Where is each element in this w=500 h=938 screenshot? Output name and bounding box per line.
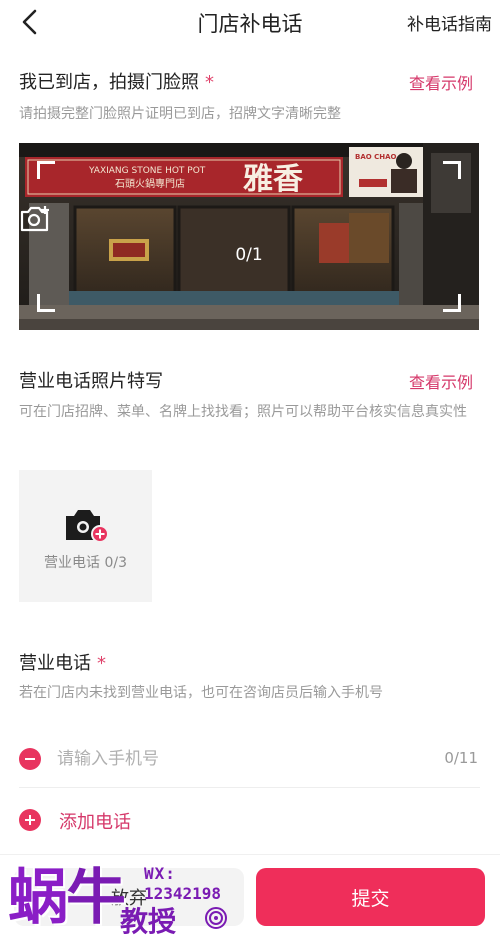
- phone-input-row: 0/11: [19, 738, 480, 788]
- side-sign-text: BAO CHAO: [355, 153, 397, 161]
- frame-corner-bottom-right: [443, 294, 461, 312]
- phone-photo-description: 可在门店招牌、菜单、名牌上找找看；照片可以帮助平台核实信息真实性: [19, 404, 467, 420]
- sign-chinese-small: 石頭火鍋專門店: [115, 177, 185, 190]
- plus-circle-icon: [19, 809, 41, 831]
- minus-circle-icon[interactable]: [19, 748, 41, 770]
- storefront-description: 请拍摄完整门脸照片证明已到店，招牌文字清晰完整: [19, 106, 341, 122]
- phone-title-text: 营业电话: [19, 653, 91, 674]
- storefront-section-title: 我已到店，拍摄门脸照 *: [19, 68, 214, 94]
- frame-corner-bottom-left: [37, 294, 55, 312]
- camera-plus-icon: [66, 510, 109, 543]
- phone-input-counter: 0/11: [444, 749, 478, 767]
- storefront-title-text: 我已到店，拍摄门脸照: [19, 72, 199, 93]
- storefront-example-link[interactable]: 查看示例: [409, 70, 473, 94]
- phone-photo-upload-label: 营业电话 0/3: [44, 555, 127, 571]
- phone-section-title: 营业电话 *: [19, 649, 106, 675]
- sign-english: YAXIANG STONE HOT POT: [88, 166, 206, 176]
- submit-button[interactable]: 提交: [256, 868, 485, 926]
- cancel-button[interactable]: 放弃: [14, 868, 244, 926]
- phone-photo-example-link[interactable]: 查看示例: [409, 369, 473, 393]
- sign-chinese-big: 雅香: [243, 162, 303, 197]
- storefront-photo-counter: 0/1: [235, 245, 263, 265]
- camera-add-icon[interactable]: [19, 205, 479, 233]
- add-phone-button[interactable]: 添加电话: [19, 804, 219, 836]
- phone-photo-upload-button[interactable]: 营业电话 0/3: [19, 470, 152, 602]
- phone-photo-section-title: 营业电话照片特写: [19, 371, 163, 392]
- storefront-photo: YAXIANG STONE HOT POT 石頭火鍋專門店 雅香 BAO CHA…: [19, 143, 479, 330]
- required-mark: *: [97, 653, 106, 674]
- required-mark: *: [205, 72, 214, 93]
- storefront-photo-capture[interactable]: YAXIANG STONE HOT POT 石頭火鍋專門店 雅香 BAO CHA…: [19, 143, 479, 330]
- guide-link[interactable]: 补电话指南: [407, 10, 492, 35]
- frame-corner-top-left: [37, 161, 55, 179]
- phone-section-description: 若在门店内未找到营业电话，也可在咨询店员后输入手机号: [19, 685, 383, 701]
- frame-corner-top-right: [443, 161, 461, 179]
- phone-input[interactable]: [57, 746, 417, 772]
- bottom-action-bar: 放弃 提交: [0, 854, 500, 938]
- divider: [0, 854, 500, 855]
- add-phone-label: 添加电话: [59, 812, 131, 833]
- top-nav-bar: 门店补电话 补电话指南: [0, 0, 500, 44]
